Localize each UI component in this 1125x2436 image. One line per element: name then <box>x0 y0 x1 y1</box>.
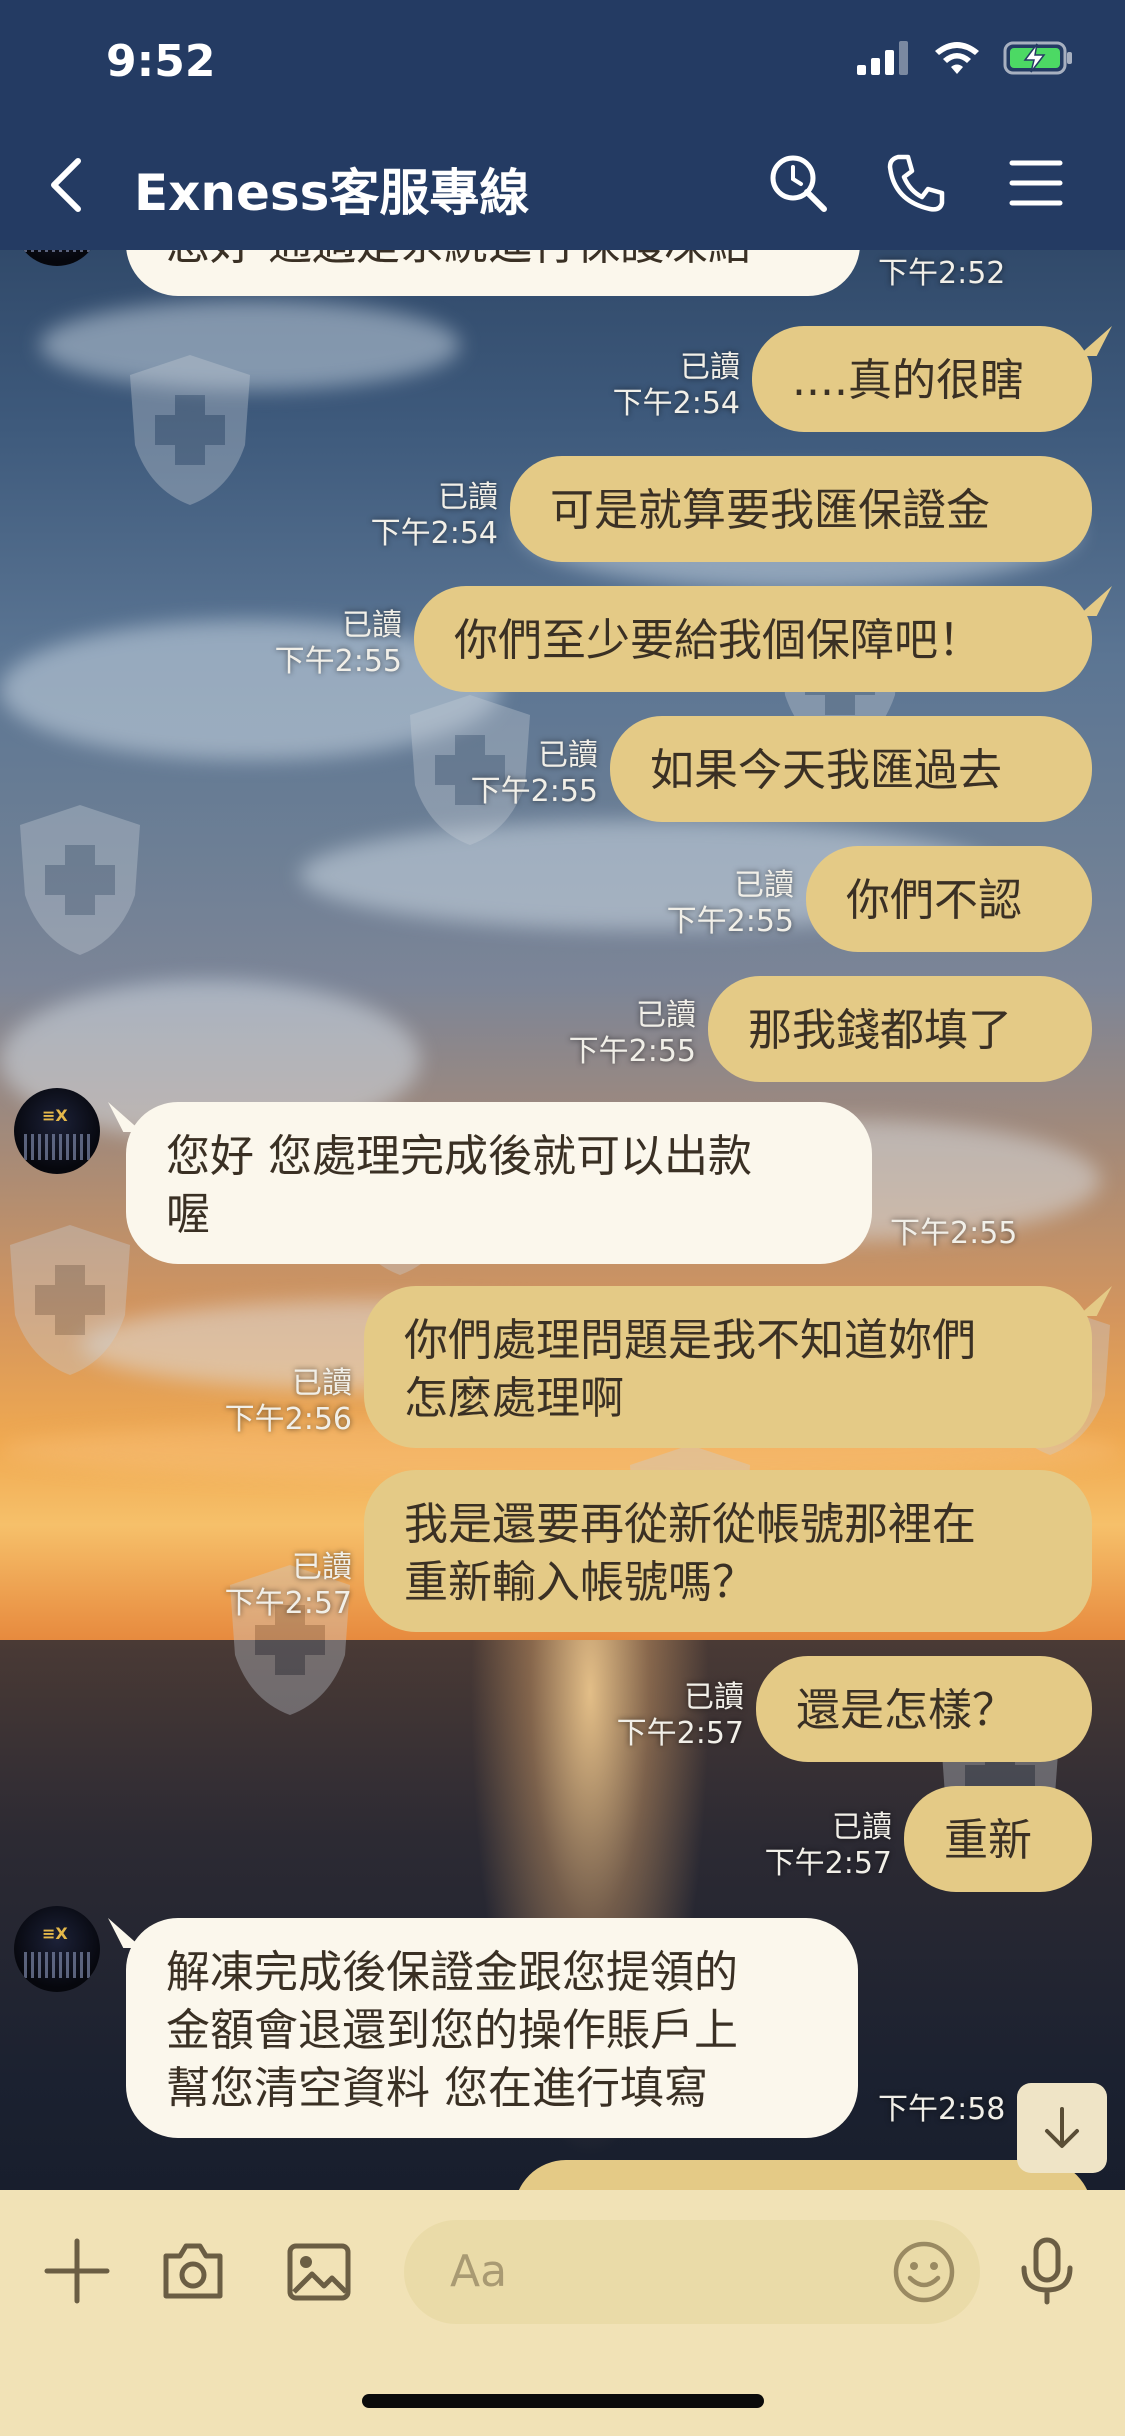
battery-charging-icon <box>1003 41 1072 75</box>
chat-header: 9:52 Exness客服專線 <box>0 0 1125 250</box>
back-arrow-icon[interactable] <box>44 155 94 215</box>
message-bubble-outgoing[interactable]: 我是還要再從新從帳號那裡在 重新輸入帳號嗎？ <box>364 1470 1092 1632</box>
message-bubble-incoming[interactable]: 解凍完成後保證金跟您提領的 金額會退還到您的操作賬戶上 幫您清空資料 您在進行填… <box>126 1918 858 2138</box>
plus-icon[interactable] <box>42 2236 112 2306</box>
scroll-to-bottom-button[interactable] <box>1017 2083 1107 2173</box>
status-icons <box>857 40 1075 76</box>
agent-avatar[interactable]: ≡X <box>14 1906 100 1992</box>
phone-icon[interactable] <box>884 151 948 215</box>
message-bubble-outgoing[interactable]: 還是怎樣？ <box>756 1656 1092 1762</box>
message-bubble-outgoing[interactable]: 你們至少要給我個保障吧！ <box>414 586 1092 692</box>
signal-icon <box>857 41 908 75</box>
message-bubble-outgoing[interactable]: ....真的很瞎 <box>752 326 1092 432</box>
read-receipt: 已讀 下午2:57 <box>224 1550 352 1621</box>
menu-icon[interactable] <box>1004 151 1068 215</box>
agent-avatar[interactable]: ≡X <box>14 250 100 266</box>
search-icon[interactable] <box>766 151 830 215</box>
home-indicator[interactable] <box>362 2394 764 2408</box>
message-bubble-outgoing-partial[interactable] <box>514 2160 1092 2190</box>
message-bubble-outgoing[interactable]: 你們處理問題是我不知道妳們 怎麼處理啊 <box>364 1286 1092 1448</box>
camera-icon[interactable] <box>158 2236 228 2306</box>
message-bubble-outgoing[interactable]: 如果今天我匯過去 <box>610 716 1092 822</box>
image-icon[interactable] <box>284 2236 354 2306</box>
read-receipt: 已讀 下午2:55 <box>470 738 598 809</box>
message-bubble-outgoing[interactable]: 可是就算要我匯保證金 <box>510 456 1092 562</box>
message-input-placeholder: Aa <box>450 2246 508 2297</box>
read-receipt: 已讀 下午2:54 <box>612 350 740 421</box>
read-receipt: 已讀 下午2:57 <box>616 1680 744 1751</box>
message-bubble-incoming[interactable]: 您好 您處理完成後就可以出款 喔 <box>126 1102 872 1264</box>
agent-avatar[interactable]: ≡X <box>14 1088 100 1174</box>
arrow-down-icon <box>1045 2107 1079 2148</box>
status-time: 9:52 <box>106 36 216 87</box>
wifi-icon <box>935 42 979 74</box>
read-receipt: 已讀 下午2:56 <box>224 1366 352 1437</box>
read-receipt: 已讀 下午2:54 <box>370 480 498 551</box>
message-bubble-outgoing[interactable]: 你們不認 <box>806 846 1092 952</box>
read-receipt: 已讀 下午2:57 <box>764 1810 892 1881</box>
title-row: Exness客服專線 <box>0 145 1125 225</box>
message-bubble-outgoing[interactable]: 那我錢都填了 <box>708 976 1092 1082</box>
read-receipt: 已讀 下午2:55 <box>568 998 696 1069</box>
read-receipt: 已讀 下午2:55 <box>666 868 794 939</box>
emoji-icon[interactable] <box>890 2238 958 2306</box>
message-timestamp: 下午2:52 <box>878 256 1006 291</box>
microphone-icon[interactable] <box>1012 2236 1082 2306</box>
message-bubble-incoming[interactable]: 您好 通過是系統進行保護凍結 <box>126 250 860 296</box>
chat-title: Exness客服專線 <box>134 164 530 222</box>
message-timestamp: 下午2:55 <box>890 1216 1018 1251</box>
message-list[interactable]: ≡X 您好 通過是系統進行保護凍結 下午2:52 ....真的很瞎 已讀下午2:… <box>0 250 1125 2190</box>
message-input[interactable]: Aa <box>404 2220 980 2324</box>
message-bubble-outgoing[interactable]: 重新 <box>904 1786 1092 1892</box>
message-timestamp: 下午2:58 <box>878 2092 1006 2127</box>
read-receipt: 已讀 下午2:55 <box>274 608 402 679</box>
